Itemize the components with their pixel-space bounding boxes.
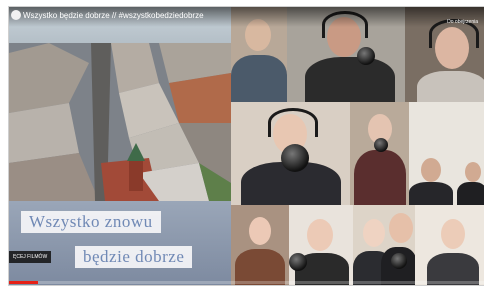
city-view-image [9, 43, 231, 201]
video-title-bar: Wszystko będzie dobrze // #wszystkobedzi… [9, 7, 484, 27]
caption-line-2: będzie dobrze [75, 246, 193, 268]
singer-tile-6 [409, 102, 484, 205]
caption-line-1: Wszystko znowu [21, 211, 161, 233]
progress-fill [9, 281, 38, 284]
singer-tile-5 [350, 102, 409, 205]
watch-later-button[interactable]: Do obejrzenia [447, 19, 478, 25]
singer-tile-7 [231, 205, 289, 285]
more-videos-button[interactable]: ĘCEJ FILMÓW [9, 251, 52, 263]
singer-tile-9 [353, 205, 415, 285]
video-player[interactable]: Wszystko będzie dobrze // #wszystkobedzi… [9, 7, 484, 285]
singer-tile-8 [289, 205, 353, 285]
singer-tile-4 [231, 102, 350, 205]
singers-grid [231, 7, 484, 285]
city-panel [9, 7, 231, 285]
singer-tile-10 [415, 205, 484, 285]
video-title[interactable]: Wszystko będzie dobrze // #wszystkobedzi… [23, 11, 204, 20]
progress-bar[interactable] [9, 281, 484, 284]
channel-avatar[interactable] [11, 10, 21, 20]
